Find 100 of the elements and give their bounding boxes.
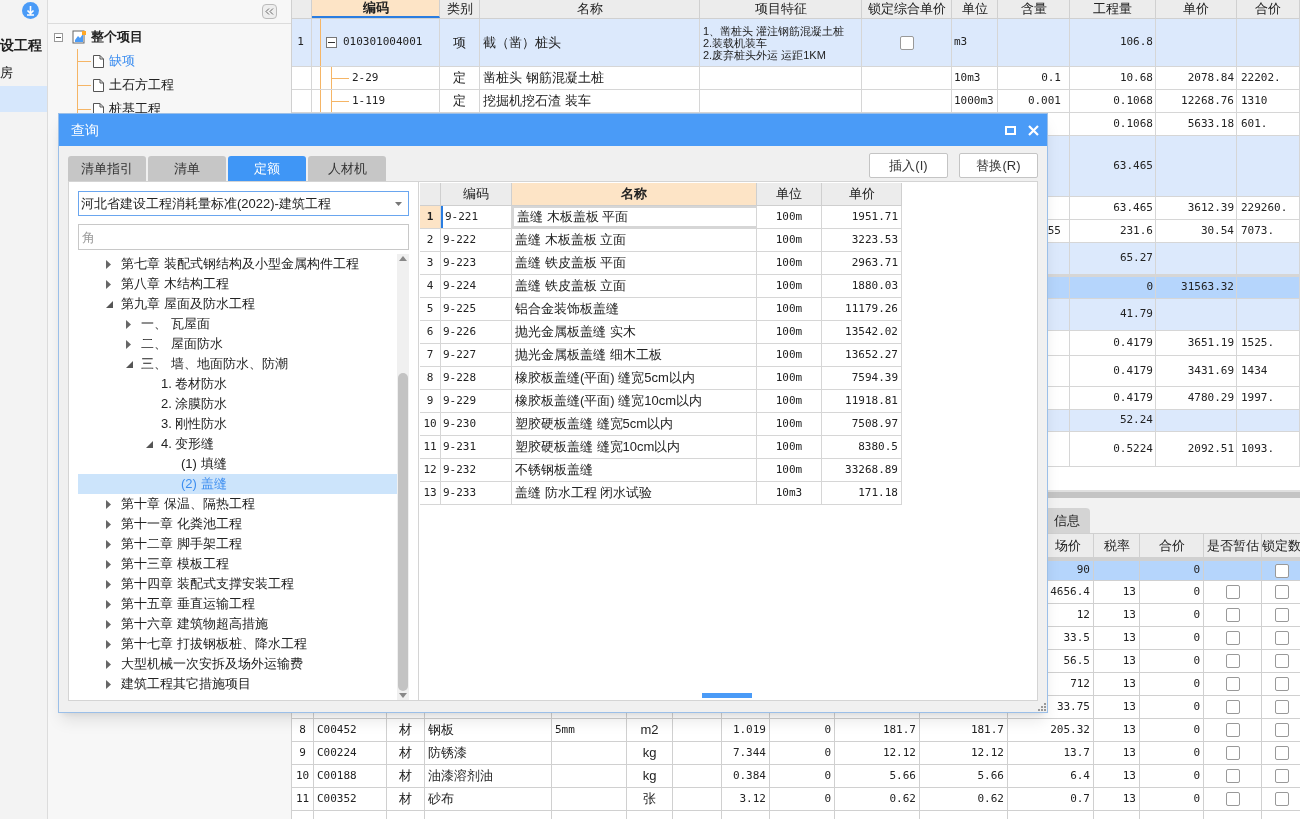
tree-item[interactable]: 一、 瓦屋面: [78, 314, 397, 334]
collapse-icon[interactable]: [54, 32, 63, 42]
collapsed-caret-icon[interactable]: [106, 499, 111, 509]
column-header[interactable]: 名称: [480, 0, 700, 18]
tree-item[interactable]: 三、 墙、地面防水、防潮: [78, 354, 397, 374]
scroll-down-icon[interactable]: [399, 693, 407, 698]
column-header[interactable]: 类别: [440, 0, 480, 18]
tree-item[interactable]: 第八章 木结构工程: [78, 274, 397, 294]
library-dropdown[interactable]: 河北省建设工程消耗量标准(2022)-建筑工程: [78, 191, 409, 216]
checkbox[interactable]: [1274, 677, 1289, 691]
close-icon[interactable]: [1028, 124, 1039, 136]
column-header[interactable]: 编码: [312, 0, 440, 18]
checkbox[interactable]: [1225, 654, 1240, 668]
resize-grip-icon[interactable]: [1038, 703, 1046, 711]
collapsed-caret-icon[interactable]: [106, 539, 111, 549]
checkbox[interactable]: [899, 35, 914, 50]
column-header[interactable]: 单位: [952, 0, 998, 18]
checkbox[interactable]: [1225, 677, 1240, 691]
checkbox[interactable]: [1274, 700, 1289, 714]
column-header[interactable]: 含量: [998, 0, 1070, 18]
collapsed-caret-icon[interactable]: [106, 579, 111, 589]
tree-item[interactable]: 第七章 装配式钢结构及小型金属构件工程: [78, 254, 397, 274]
checkbox[interactable]: [1274, 769, 1289, 783]
tree-item[interactable]: 第十章 保温、隔热工程: [78, 494, 397, 514]
collapsed-caret-icon[interactable]: [106, 679, 111, 689]
collapsed-caret-icon[interactable]: [106, 659, 111, 669]
collapsed-caret-icon[interactable]: [106, 259, 111, 269]
tab[interactable]: 清单: [148, 156, 226, 181]
tree-item[interactable]: 第十七章 打拔钢板桩、降水工程: [78, 634, 397, 654]
checkbox[interactable]: [1274, 792, 1289, 806]
column-header[interactable]: 锁定数: [1262, 535, 1300, 556]
checkbox[interactable]: [1274, 723, 1289, 737]
collapsed-caret-icon[interactable]: [106, 599, 111, 609]
tree-node[interactable]: 整个项目: [91, 27, 143, 47]
collapsed-caret-icon[interactable]: [126, 339, 131, 349]
tree-item[interactable]: 第十四章 装配式支撑安装工程: [78, 574, 397, 594]
tree-item[interactable]: 第十三章 模板工程: [78, 554, 397, 574]
checkbox[interactable]: [1225, 700, 1240, 714]
tree-item[interactable]: 第十二章 脚手架工程: [78, 534, 397, 554]
tree-item[interactable]: 第十六章 建筑物超高措施: [78, 614, 397, 634]
tab[interactable]: 人材机: [308, 156, 386, 181]
column-header[interactable]: 是否暂估: [1206, 535, 1259, 556]
checkbox[interactable]: [1225, 608, 1240, 622]
tab[interactable]: 清单指引: [68, 156, 146, 181]
collapsed-caret-icon[interactable]: [106, 279, 111, 289]
checkbox[interactable]: [1225, 769, 1240, 783]
column-header[interactable]: 合价: [1158, 535, 1185, 556]
column-header[interactable]: 场价: [1055, 535, 1081, 556]
collapse-icon[interactable]: [326, 37, 337, 48]
checkbox[interactable]: [1274, 585, 1289, 599]
button[interactable]: 插入(I): [869, 153, 948, 178]
collapsed-caret-icon[interactable]: [106, 559, 111, 569]
checkbox[interactable]: [1225, 792, 1240, 806]
checkbox[interactable]: [1225, 723, 1240, 737]
column-header[interactable]: 合价: [1237, 0, 1300, 18]
checkbox[interactable]: [1274, 746, 1289, 760]
checkbox[interactable]: [1274, 608, 1289, 622]
checkbox[interactable]: [1274, 631, 1289, 645]
column-header[interactable]: 单位: [757, 183, 822, 205]
collapsed-caret-icon[interactable]: [106, 619, 111, 629]
expanded-caret-icon[interactable]: [146, 440, 153, 448]
button[interactable]: 替换(R): [959, 153, 1038, 178]
column-header[interactable]: 单价: [822, 183, 902, 205]
collapsed-caret-icon[interactable]: [106, 639, 111, 649]
collapsed-caret-icon[interactable]: [126, 319, 131, 329]
column-header[interactable]: 单价: [1156, 0, 1237, 18]
collapsed-caret-icon[interactable]: [106, 519, 111, 529]
column-header[interactable]: 税率: [1103, 535, 1130, 556]
table-cell-text: 13: [1121, 698, 1137, 715]
tree-item[interactable]: 3. 刚性防水: [78, 414, 397, 434]
tree-item[interactable]: 2. 涂膜防水: [78, 394, 397, 414]
tree-item[interactable]: 大型机械一次安拆及场外运输费: [78, 654, 397, 674]
sidebar-item[interactable]: 房: [0, 60, 47, 86]
tree-item[interactable]: 第十五章 垂直运输工程: [78, 594, 397, 614]
checkbox[interactable]: [1274, 563, 1289, 578]
expanded-caret-icon[interactable]: [126, 360, 133, 368]
column-header[interactable]: 工程量: [1070, 0, 1156, 18]
checkbox[interactable]: [1274, 654, 1289, 668]
tree-item[interactable]: 4. 变形缝: [78, 434, 397, 454]
tree-item[interactable]: 第十一章 化粪池工程: [78, 514, 397, 534]
tree-item[interactable]: 第九章 屋面及防水工程: [78, 294, 397, 314]
splitter-handle[interactable]: [702, 693, 752, 698]
column-header[interactable]: 锁定综合单价: [862, 0, 952, 18]
checkbox[interactable]: [1225, 631, 1240, 645]
checkbox[interactable]: [1225, 746, 1240, 760]
column-header[interactable]: 项目特征: [700, 0, 862, 18]
column-header[interactable]: 名称: [512, 183, 757, 205]
tree-item[interactable]: 二、 屋面防水: [78, 334, 397, 354]
collapse-panel-button[interactable]: [262, 4, 277, 19]
download-icon[interactable]: [22, 2, 39, 19]
scrollbar-thumb[interactable]: [398, 373, 408, 691]
tree-item[interactable]: 1. 卷材防水: [78, 374, 397, 394]
tree-item[interactable]: 建筑工程其它措施项目: [78, 674, 397, 694]
tree-item[interactable]: 土石方工程: [109, 75, 174, 95]
maximize-icon[interactable]: [1005, 125, 1016, 135]
tree-item[interactable]: (1) 填缝: [78, 454, 397, 474]
expanded-caret-icon[interactable]: [106, 300, 113, 308]
checkbox[interactable]: [1225, 585, 1240, 599]
search-field[interactable]: 角: [78, 224, 409, 250]
scroll-up-icon[interactable]: [399, 256, 407, 261]
